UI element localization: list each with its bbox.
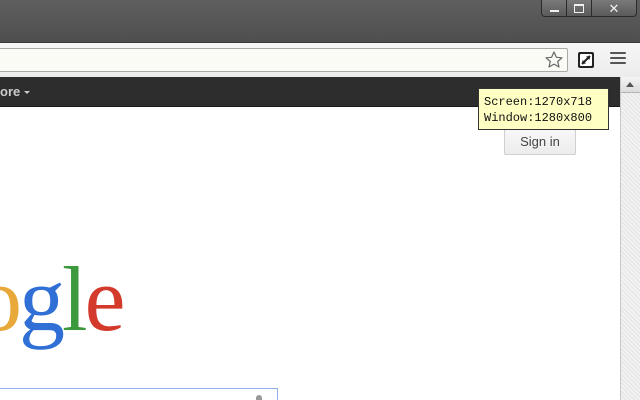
- resolution-tooltip: Screen:1270x718 Window:1280x800: [478, 88, 609, 130]
- tooltip-screen-line: Screen:1270x718: [484, 95, 593, 109]
- address-bar[interactable]: [0, 48, 568, 72]
- logo-letter: l: [62, 248, 88, 350]
- minimize-button[interactable]: [541, 0, 567, 17]
- close-icon: ✕: [608, 0, 620, 16]
- window-controls: ✕: [541, 0, 637, 19]
- logo-letter: e: [84, 248, 126, 350]
- chevron-down-icon: [24, 91, 31, 95]
- window-titlebar: ✕: [0, 0, 640, 42]
- browser-toolbar: [0, 42, 640, 77]
- tooltip-window-line: Window:1280x800: [484, 111, 593, 125]
- browser-window: ✕ ore Sign in ogle: [0, 0, 640, 400]
- more-menu-label: ore: [0, 84, 21, 99]
- logo-letter: o: [0, 248, 22, 350]
- sign-in-button[interactable]: Sign in: [504, 128, 576, 155]
- more-menu-link[interactable]: ore: [0, 84, 31, 99]
- logo-letter: g: [19, 248, 65, 350]
- maximize-button[interactable]: [566, 0, 592, 17]
- close-button[interactable]: ✕: [591, 0, 637, 17]
- microphone-icon[interactable]: [256, 395, 262, 400]
- vertical-scrollbar[interactable]: [620, 77, 640, 400]
- maximize-icon: [574, 3, 584, 13]
- page-content: Sign in ogle: [0, 107, 620, 400]
- scroll-up-arrow-icon[interactable]: [621, 77, 640, 93]
- window-resizer-icon[interactable]: [576, 50, 596, 70]
- google-logo: ogle: [0, 253, 125, 363]
- hamburger-menu-icon[interactable]: [610, 52, 626, 68]
- search-input[interactable]: [0, 388, 278, 400]
- minimize-icon: [549, 10, 559, 12]
- star-icon[interactable]: [544, 50, 564, 70]
